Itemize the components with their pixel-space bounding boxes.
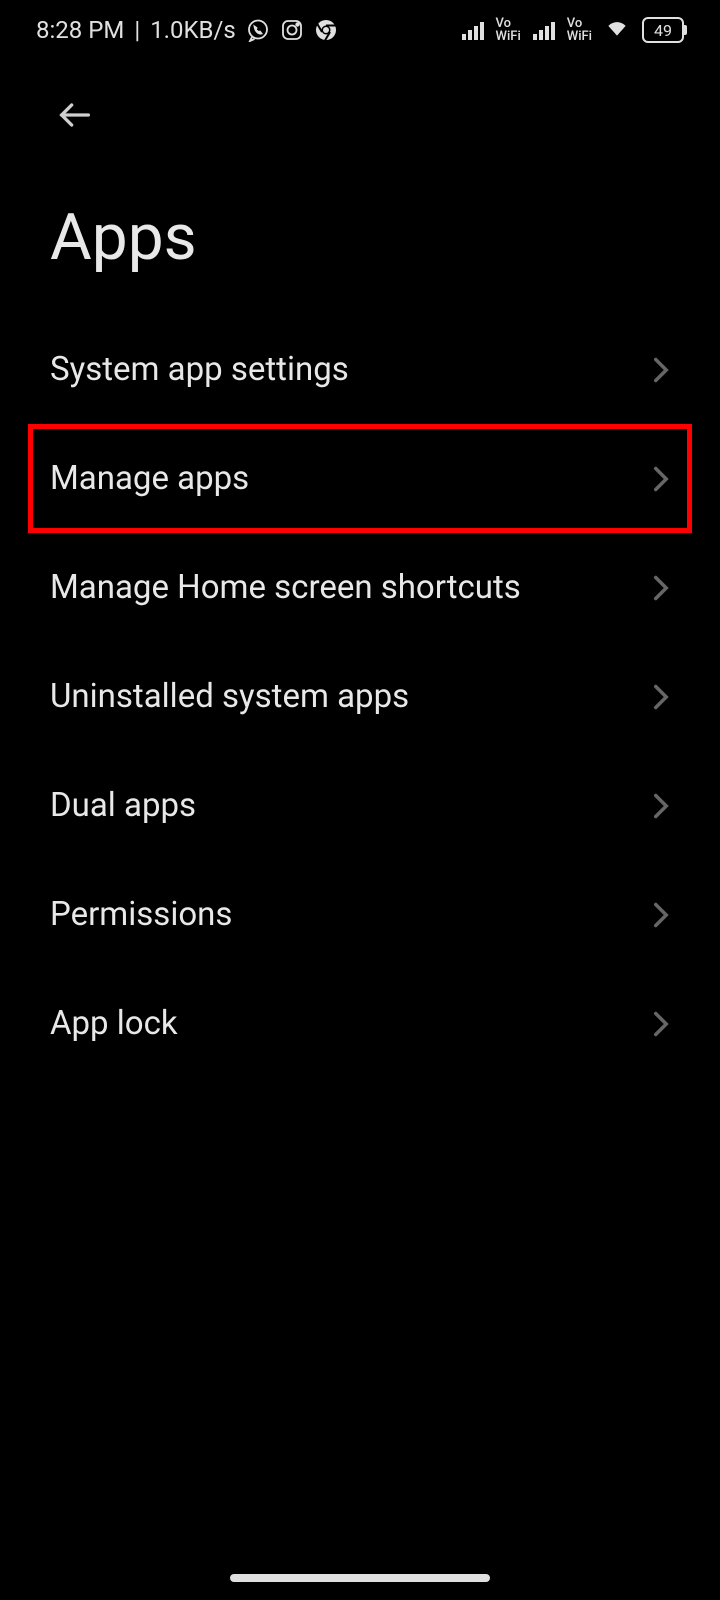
chevron-right-icon (652, 356, 670, 384)
wifi-icon (604, 14, 630, 46)
signal-bars-sim2-icon (533, 20, 555, 40)
menu-item-permissions[interactable]: Permissions (0, 860, 720, 969)
menu-label: Manage Home screen shortcuts (50, 568, 521, 607)
whatsapp-icon (246, 18, 270, 42)
signal-bars-sim1-icon (462, 20, 484, 40)
chevron-right-icon (652, 792, 670, 820)
menu-item-uninstalled-system-apps[interactable]: Uninstalled system apps (0, 642, 720, 751)
chrome-icon (314, 18, 338, 42)
chevron-right-icon (652, 1010, 670, 1038)
menu-label: Permissions (50, 895, 232, 934)
status-time: 8:28 PM (36, 16, 124, 44)
battery-indicator: 49 (642, 17, 684, 43)
status-bar-left: 8:28 PM | 1.0KB/s (36, 16, 338, 44)
status-bar: 8:28 PM | 1.0KB/s (0, 0, 720, 60)
back-button[interactable] (50, 90, 100, 140)
sim1-vowifi-label: VoWiFi (496, 17, 521, 43)
settings-menu: System app settings Manage apps Manage H… (0, 315, 720, 1078)
instagram-icon (280, 18, 304, 42)
header (0, 60, 720, 150)
status-separator: | (134, 16, 140, 44)
chevron-right-icon (652, 901, 670, 929)
menu-label: Uninstalled system apps (50, 677, 409, 716)
battery-level: 49 (654, 21, 672, 40)
menu-item-system-app-settings[interactable]: System app settings (0, 315, 720, 424)
menu-label: Manage apps (50, 459, 249, 498)
chevron-right-icon (652, 683, 670, 711)
menu-label: App lock (50, 1004, 178, 1043)
page-title: Apps (0, 150, 720, 315)
menu-item-manage-apps[interactable]: Manage apps (28, 424, 692, 533)
menu-item-dual-apps[interactable]: Dual apps (0, 751, 720, 860)
status-bar-right: VoWiFi VoWiFi 49 (462, 14, 684, 46)
sim2-vowifi-label: VoWiFi (567, 17, 592, 43)
status-network-speed: 1.0KB/s (150, 16, 236, 44)
menu-label: Dual apps (50, 786, 196, 825)
home-indicator[interactable] (230, 1574, 490, 1582)
menu-item-app-lock[interactable]: App lock (0, 969, 720, 1078)
chevron-right-icon (652, 574, 670, 602)
chevron-right-icon (652, 465, 670, 493)
menu-item-manage-home-shortcuts[interactable]: Manage Home screen shortcuts (0, 533, 720, 642)
menu-label: System app settings (50, 350, 349, 389)
